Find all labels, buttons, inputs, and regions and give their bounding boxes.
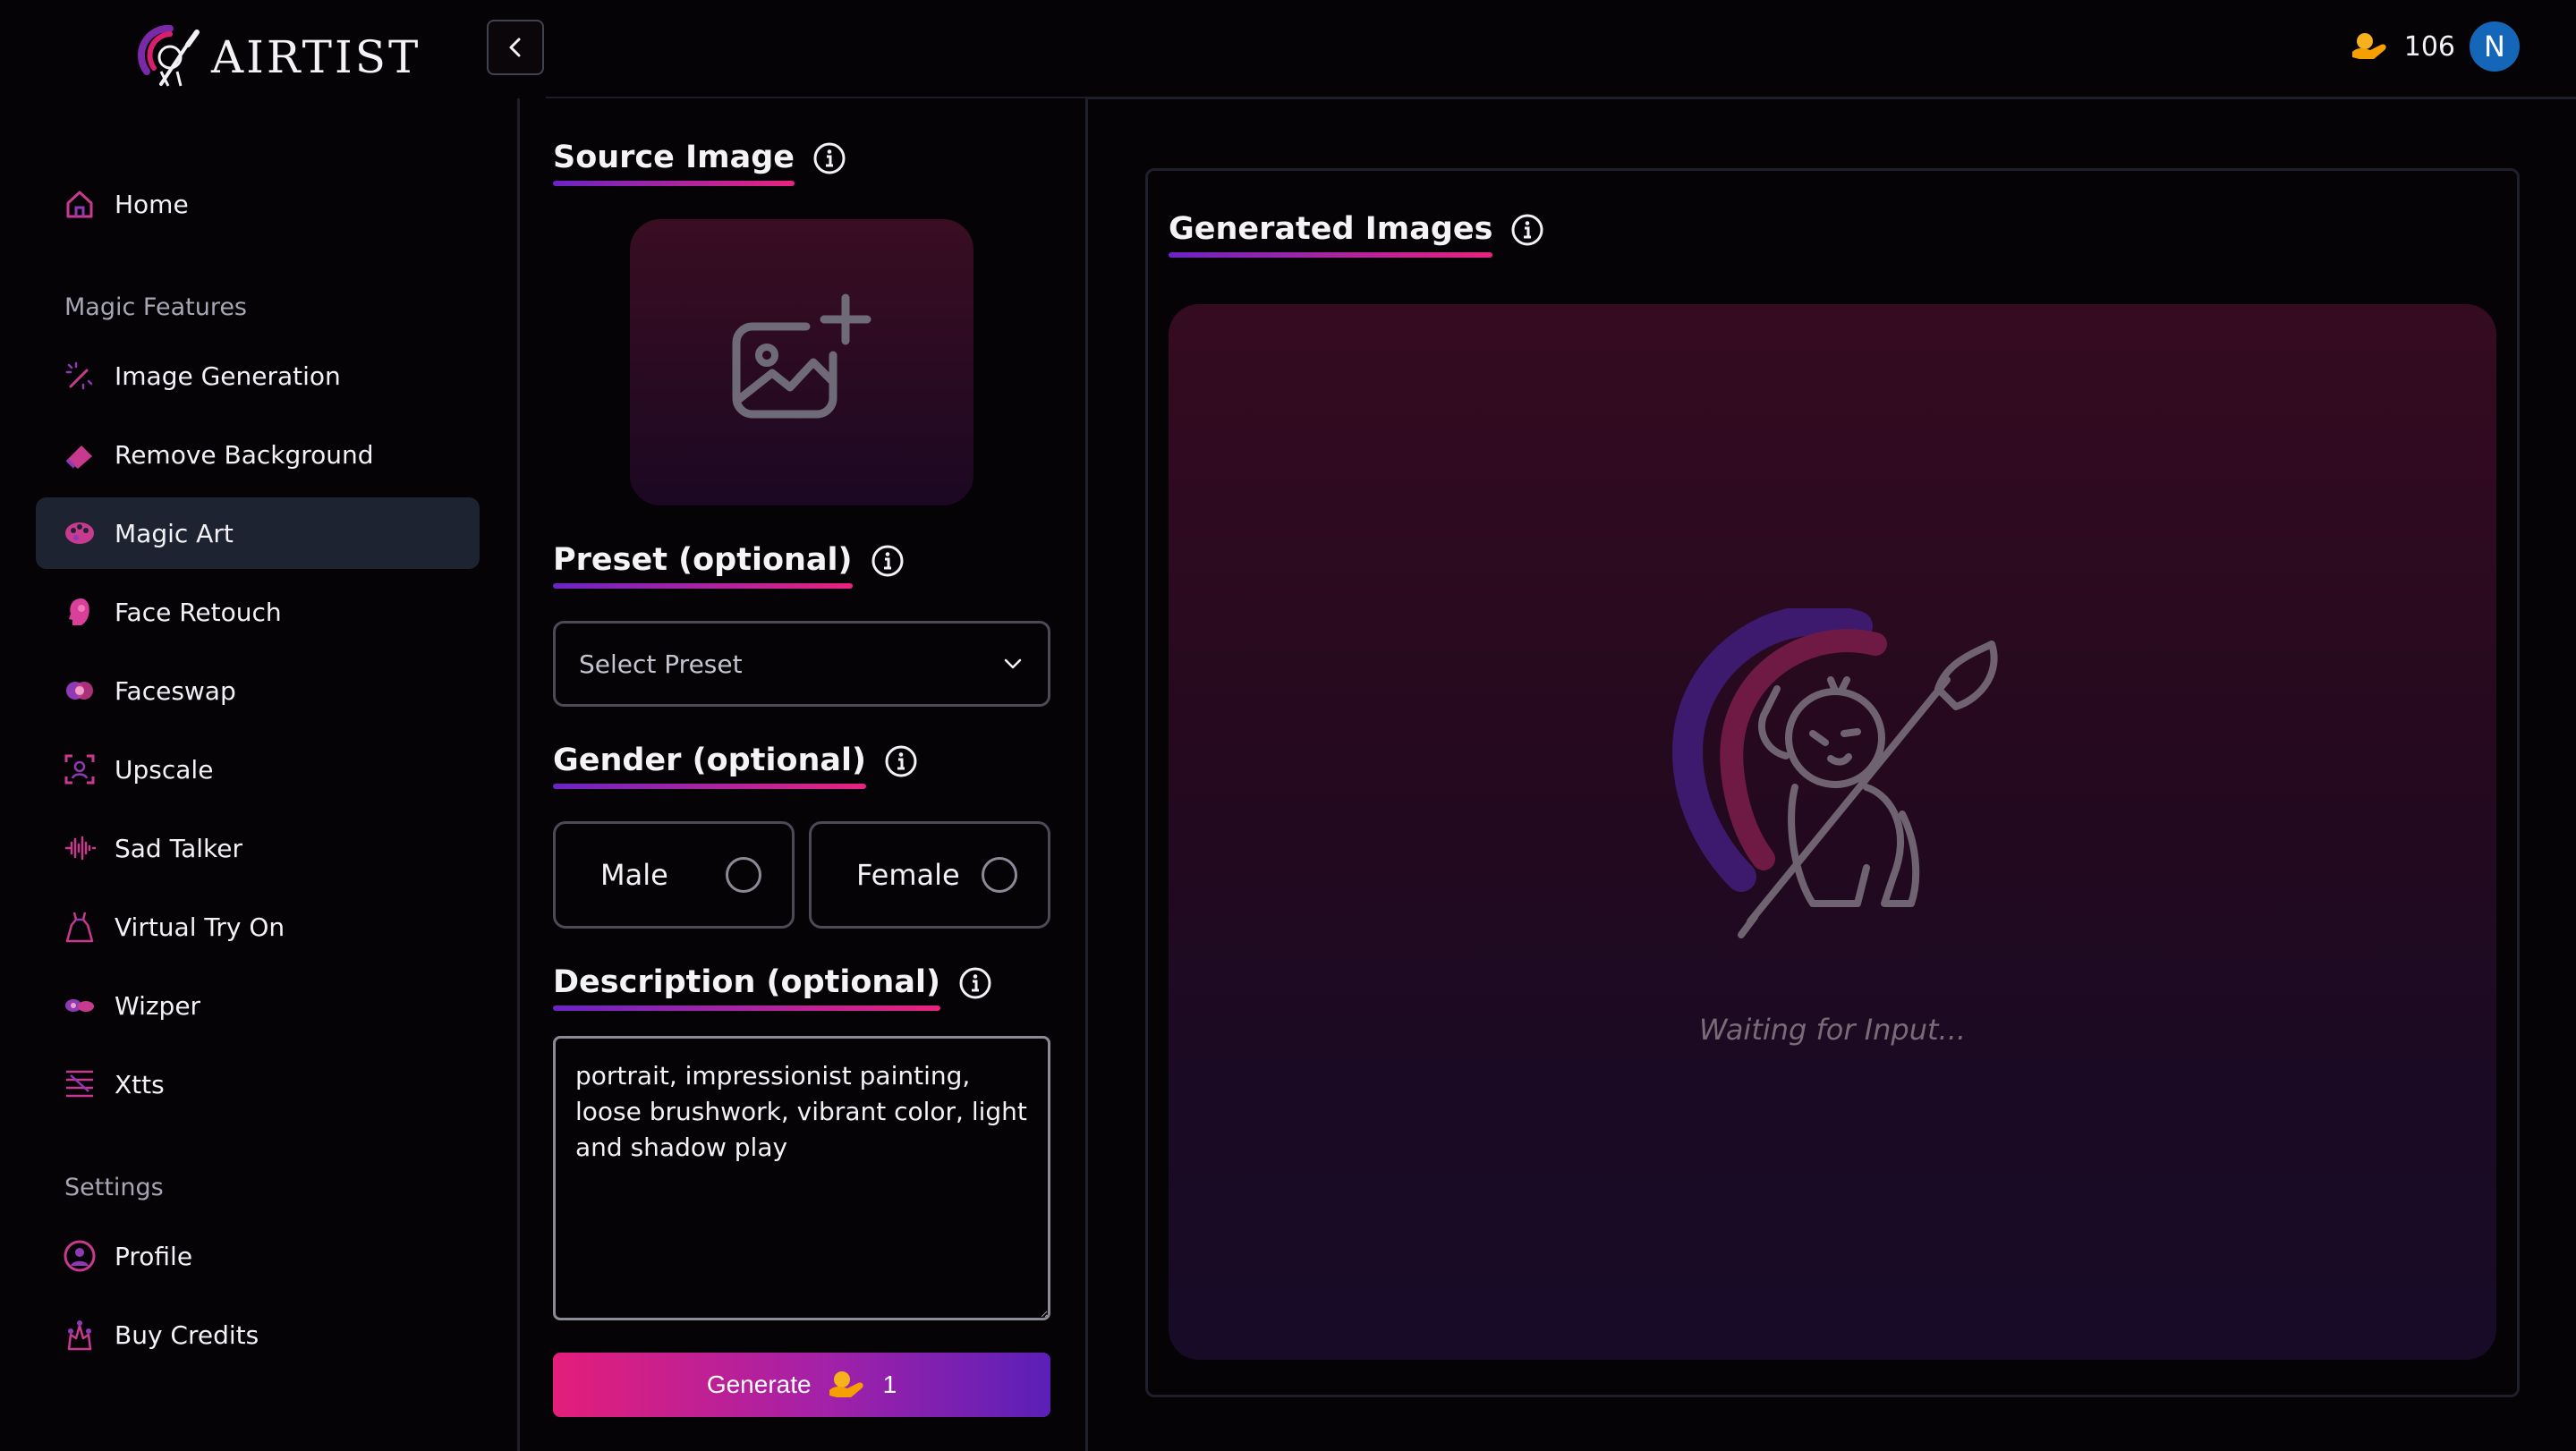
credits-display: 106 xyxy=(2351,27,2455,66)
generate-cost: 1 xyxy=(882,1370,897,1398)
sidebar-item-label: Sad Talker xyxy=(115,833,242,863)
section-label-magic-features: Magic Features xyxy=(64,293,248,321)
sidebar-item-wizper[interactable]: Wizper xyxy=(36,970,480,1041)
sidebar-item-remove-background[interactable]: Remove Background xyxy=(36,419,480,490)
lines-icon xyxy=(63,1067,97,1101)
info-icon[interactable] xyxy=(1510,213,1544,247)
section-label-settings: Settings xyxy=(64,1174,164,1201)
gender-option-male[interactable]: Male xyxy=(553,821,795,929)
credits-icon xyxy=(63,1318,97,1352)
upscale-icon xyxy=(63,752,97,786)
face-profile-icon xyxy=(63,595,97,629)
sidebar-item-home[interactable]: Home xyxy=(36,168,480,240)
generated-images-heading: Generated Images xyxy=(1169,211,1544,258)
preset-heading: Preset (optional) xyxy=(553,542,905,589)
profile-icon xyxy=(63,1239,97,1273)
sidebar-item-label: Magic Art xyxy=(115,518,234,548)
sidebar-item-buy-credits[interactable]: Buy Credits xyxy=(36,1299,480,1370)
sidebar-item-profile[interactable]: Profile xyxy=(36,1220,480,1292)
sidebar-item-label: Wizper xyxy=(115,990,201,1021)
source-image-heading: Source Image xyxy=(553,140,846,186)
sidebar-item-image-generation[interactable]: Image Generation xyxy=(36,340,480,412)
app-name: AIRTIST xyxy=(211,31,421,83)
sidebar-item-xtts[interactable]: Xtts xyxy=(36,1048,480,1120)
sidebar-item-label: Faceswap xyxy=(115,675,236,706)
home-icon xyxy=(63,187,97,221)
description-heading: Description (optional) xyxy=(553,964,992,1011)
preset-select[interactable]: Select Preset xyxy=(553,621,1050,707)
section-title: Preset (optional) xyxy=(553,542,853,589)
source-image-upload[interactable] xyxy=(630,219,973,505)
info-icon[interactable] xyxy=(871,544,905,578)
credits-count: 106 xyxy=(2403,30,2455,63)
sidebar-item-label: Image Generation xyxy=(115,361,341,391)
sidebar-item-label: Remove Background xyxy=(115,439,374,470)
radio-label: Male xyxy=(600,858,668,892)
chevron-down-icon xyxy=(1004,658,1022,669)
collapse-sidebar-button[interactable] xyxy=(487,20,544,75)
description-textarea[interactable]: portrait, impressionist painting, loose … xyxy=(553,1036,1050,1320)
sidebar-item-sad-talker[interactable]: Sad Talker xyxy=(36,812,480,884)
sidebar-item-label: Xtts xyxy=(115,1069,165,1099)
info-icon[interactable] xyxy=(812,141,846,175)
section-title: Source Image xyxy=(553,140,795,186)
eraser-icon xyxy=(63,437,97,471)
info-icon[interactable] xyxy=(958,966,992,1000)
sidebar-item-label: Upscale xyxy=(115,754,214,785)
sidebar-item-label: Profile xyxy=(115,1241,193,1271)
faceswap-icon xyxy=(63,674,97,708)
sidebar-item-faceswap[interactable]: Faceswap xyxy=(36,655,480,726)
wizper-icon xyxy=(63,989,97,1022)
sidebar-item-label: Virtual Try On xyxy=(115,912,285,942)
radio-button[interactable] xyxy=(726,857,761,893)
generate-label: Generate xyxy=(706,1370,812,1398)
palette-icon xyxy=(63,516,97,550)
sidebar-item-label: Face Retouch xyxy=(115,597,282,627)
chevron-left-icon xyxy=(509,38,521,57)
coin-hand-icon xyxy=(2351,33,2386,59)
generated-images-area xyxy=(1169,304,2496,1360)
gender-option-female[interactable]: Female xyxy=(809,821,1050,929)
info-icon[interactable] xyxy=(884,744,918,778)
radio-button[interactable] xyxy=(982,857,1017,893)
logo-mascot-icon xyxy=(138,24,200,87)
sidebar-item-upscale[interactable]: Upscale xyxy=(36,734,480,805)
preset-select-placeholder: Select Preset xyxy=(579,649,743,679)
generate-button[interactable]: Generate 1 xyxy=(553,1353,1050,1417)
sidebar-item-face-retouch[interactable]: Face Retouch xyxy=(36,576,480,648)
section-title: Generated Images xyxy=(1169,211,1493,258)
section-title: Gender (optional) xyxy=(553,742,867,789)
sidebar-item-magic-art[interactable]: Magic Art xyxy=(36,497,480,569)
image-add-icon xyxy=(732,293,871,419)
coin-hand-icon xyxy=(829,1371,863,1397)
gender-heading: Gender (optional) xyxy=(553,742,918,789)
user-avatar[interactable]: N xyxy=(2470,21,2520,72)
sidebar-item-label: Buy Credits xyxy=(115,1319,259,1350)
sidebar-item-virtual-try-on[interactable]: Virtual Try On xyxy=(36,891,480,963)
section-title: Description (optional) xyxy=(553,964,940,1011)
sidebar-item-label: Home xyxy=(115,189,189,219)
magic-wand-icon xyxy=(63,359,97,393)
radio-label: Female xyxy=(856,858,960,892)
sidebar: AIRTIST Home Magic Features Image Genera… xyxy=(0,0,514,1451)
app-logo[interactable]: AIRTIST xyxy=(134,21,421,93)
mascot-placeholder-icon xyxy=(1671,608,1998,938)
waveform-icon xyxy=(63,831,97,865)
waiting-status: Waiting for Input... xyxy=(1698,1013,1967,1047)
dress-icon xyxy=(63,910,97,944)
